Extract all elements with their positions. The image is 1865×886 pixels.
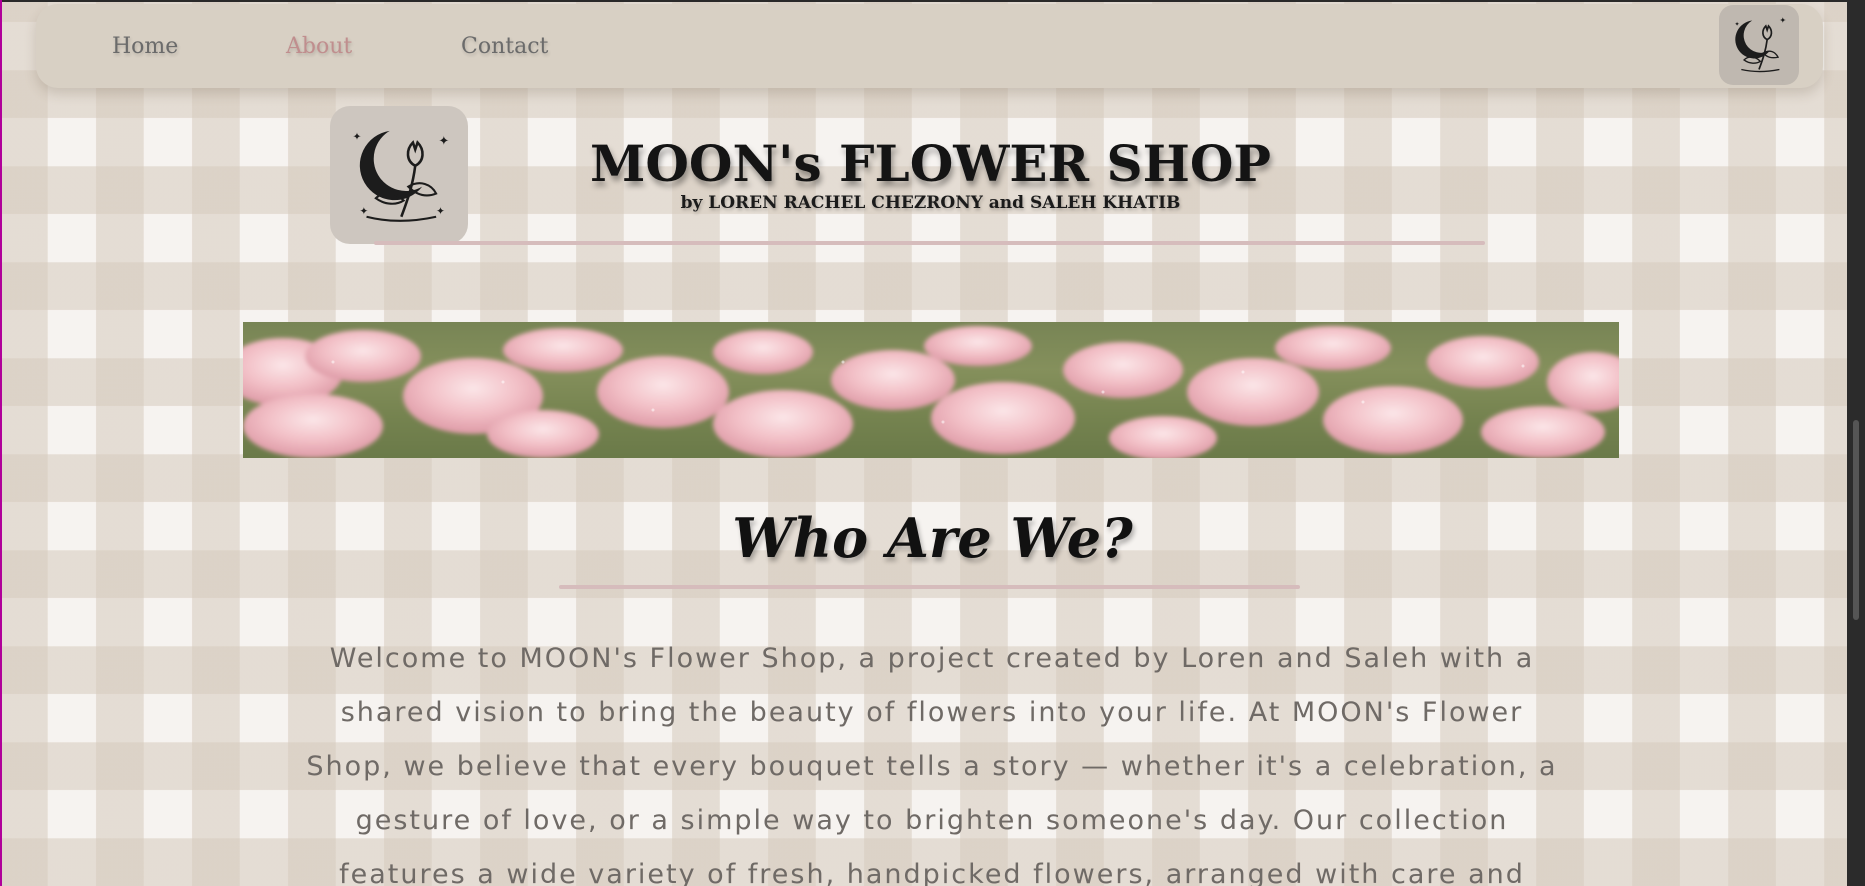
svg-text:✦: ✦ — [1779, 15, 1786, 25]
scrollbar-thumb[interactable] — [1853, 420, 1859, 620]
tulip-banner-image — [243, 322, 1619, 458]
navbar: Home About Contact ✦ ✦ — [36, 4, 1823, 88]
moon-tulip-logo-icon[interactable]: ✦ ✦ — [1719, 5, 1799, 85]
scrollbar[interactable] — [1847, 0, 1865, 886]
section-divider — [559, 585, 1300, 589]
nav-link-contact[interactable]: Contact — [461, 34, 548, 59]
site-title: MOON's FLOWER SHOP — [590, 134, 1271, 193]
svg-text:✦: ✦ — [1735, 21, 1740, 28]
nav-link-home[interactable]: Home — [112, 34, 178, 59]
viewport-top-edge — [2, 0, 1865, 2]
nav-link-about[interactable]: About — [286, 34, 352, 59]
header-divider — [374, 241, 1485, 245]
about-paragraph: Welcome to MOON's Flower Shop, a project… — [306, 643, 1558, 886]
site-subtitle: by LOREN RACHEL CHEZRONY and SALEH KHATI… — [680, 193, 1181, 213]
section-heading: Who Are We? — [732, 506, 1133, 570]
